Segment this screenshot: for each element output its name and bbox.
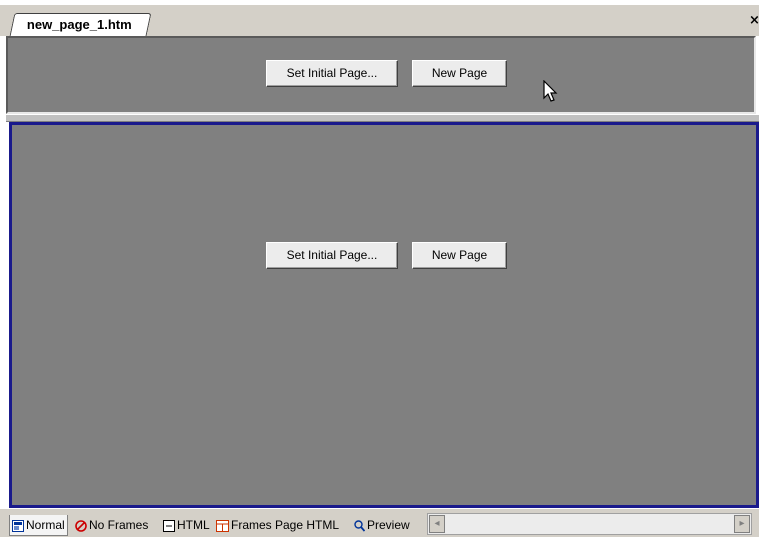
scroll-left-icon[interactable]: ◂ — [429, 515, 445, 533]
normal-view-icon — [12, 519, 24, 532]
button-label: New Page — [431, 66, 488, 80]
frames-page-html-icon — [216, 519, 229, 532]
top-frame-set-initial-page-button[interactable]: Set Initial Page... — [266, 60, 398, 87]
view-tabs-bar: Normal No Frames HTML Frames Page HTML P… — [0, 508, 759, 537]
bottom-frame[interactable]: Set Initial Page... New Page — [9, 122, 759, 508]
tab-no-frames-label: No Frames — [89, 518, 149, 532]
bottom-frame-set-initial-page-button[interactable]: Set Initial Page... — [266, 242, 398, 269]
document-tab-strip: new_page_1.htm × — [0, 0, 759, 36]
tab-strip-top-edge — [0, 0, 759, 5]
document-tab[interactable]: new_page_1.htm — [9, 13, 152, 36]
scroll-right-icon[interactable]: ▸ — [734, 515, 750, 533]
tab-frames-page-html[interactable]: Frames Page HTML — [216, 515, 339, 535]
tab-no-frames[interactable]: No Frames — [75, 515, 148, 535]
preview-icon — [354, 520, 365, 532]
mouse-cursor-icon — [543, 80, 558, 102]
tab-frames-page-html-label: Frames Page HTML — [231, 518, 340, 532]
no-frames-icon — [75, 520, 87, 532]
close-icon[interactable]: × — [749, 14, 759, 28]
tab-normal[interactable]: Normal — [9, 515, 68, 536]
button-label: Set Initial Page... — [286, 248, 378, 262]
tab-preview[interactable]: Preview — [354, 515, 410, 535]
top-frame[interactable]: Set Initial Page... New Page — [6, 36, 756, 114]
top-frame-new-page-button[interactable]: New Page — [412, 60, 507, 87]
bottom-frame-new-page-button[interactable]: New Page — [412, 242, 507, 269]
tab-preview-label: Preview — [367, 518, 410, 532]
horizontal-scrollbar[interactable]: ◂ ▸ — [427, 513, 752, 535]
tab-html-label: HTML — [177, 518, 210, 532]
document-tab-label: new_page_1.htm — [26, 17, 132, 32]
button-label: New Page — [431, 248, 488, 262]
tab-html[interactable]: HTML — [163, 515, 210, 535]
frame-splitter[interactable] — [6, 114, 759, 122]
html-icon — [163, 519, 175, 532]
tab-normal-label: Normal — [26, 518, 65, 532]
button-label: Set Initial Page... — [286, 66, 378, 80]
